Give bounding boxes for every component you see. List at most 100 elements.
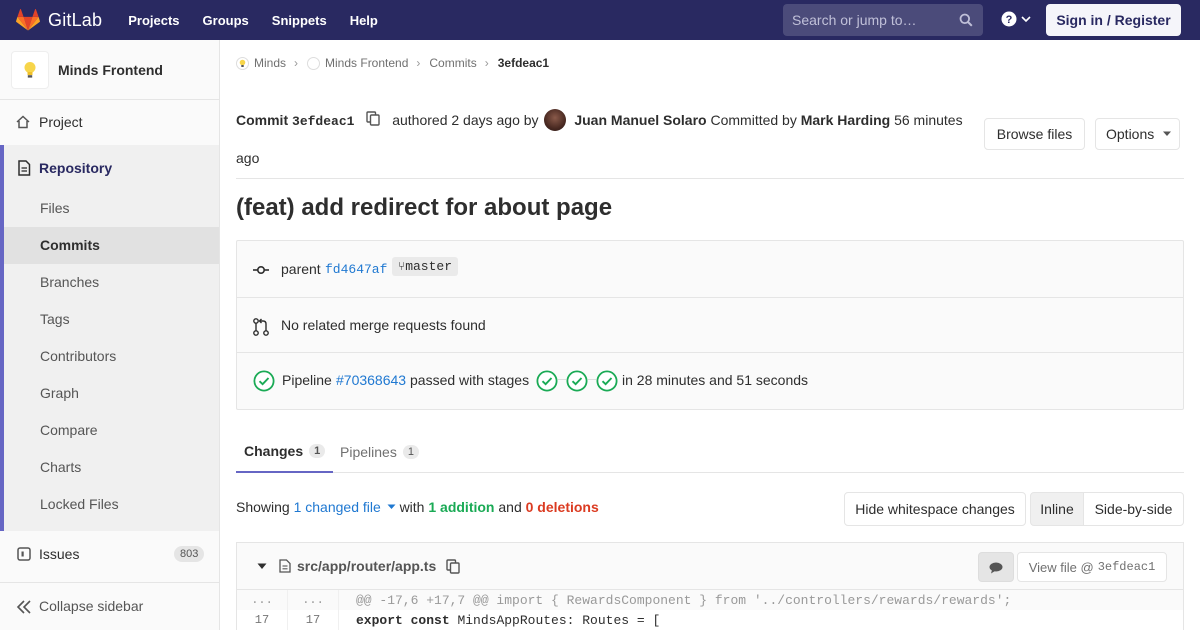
sidebar-item-repository[interactable]: Repository	[0, 156, 219, 180]
additions-count: 1 addition	[428, 499, 495, 515]
commit-icon	[253, 265, 269, 275]
parent-sha-link[interactable]: fd4647af	[325, 262, 387, 277]
sidebar-subitem-contributors[interactable]: Contributors	[40, 348, 116, 364]
nav-snippets[interactable]: Snippets	[272, 13, 327, 28]
sidebar-repository-section	[0, 145, 219, 531]
sidebar-item-issues[interactable]: Issues 803	[0, 542, 219, 566]
diff-stats: Showing 1 changed file with 1 addition a…	[236, 499, 599, 515]
file-path[interactable]: src/app/router/app.ts	[297, 558, 436, 574]
showing-label: Showing	[236, 499, 290, 515]
project-name: Minds Frontend	[58, 61, 163, 78]
nav-help[interactable]: Help	[350, 13, 378, 28]
sidebar-subitem-graph[interactable]: Graph	[40, 385, 79, 401]
sidebar-subitem-commits[interactable]: Commits	[40, 237, 100, 253]
hide-whitespace-button[interactable]: Hide whitespace changes	[844, 492, 1026, 526]
breadcrumb-item-sha[interactable]: 3efdeac1	[498, 56, 549, 70]
copy-icon[interactable]	[366, 111, 381, 126]
caret-down-icon	[387, 504, 396, 509]
browse-files-button[interactable]: Browse files	[984, 118, 1085, 150]
view-file-button[interactable]: View file @ 3efdeac1	[1017, 552, 1167, 582]
changed-files-label: 1 changed file	[293, 499, 381, 515]
issues-count-badge: 803	[174, 546, 205, 562]
copy-icon[interactable]	[446, 559, 460, 574]
pipeline-duration: in 28 minutes and 51 seconds	[622, 372, 809, 388]
status-success-icon[interactable]	[253, 370, 275, 392]
divider	[236, 178, 1184, 179]
changed-files-dropdown[interactable]: 1 changed file	[294, 499, 400, 515]
tab-count-badge: 1	[402, 445, 419, 459]
double-chevron-left-icon	[16, 600, 31, 614]
diff-hunk-row: ... ... @@ -17,6 +17,7 @@ import { Rewar…	[237, 590, 1183, 610]
speech-bubble-icon	[989, 562, 1003, 574]
sidebar-subitem-charts[interactable]: Charts	[40, 459, 81, 475]
gitlab-logo-link[interactable]: GitLab	[16, 9, 102, 31]
and-label: and	[498, 499, 522, 515]
question-circle-icon: ?	[1001, 11, 1017, 27]
breadcrumb-item-commits[interactable]: Commits	[429, 56, 476, 70]
stage-connector	[558, 379, 566, 380]
new-line-number[interactable]: 17	[288, 613, 338, 627]
breadcrumb: Minds › Minds Frontend › Commits › 3efde…	[236, 56, 549, 70]
collapse-sidebar-button[interactable]: Collapse sidebar	[0, 582, 219, 630]
stage-success-icon[interactable]	[596, 370, 618, 392]
code-keyword: export const	[356, 612, 450, 628]
divider	[237, 352, 1183, 353]
sidebar-subitem-compare[interactable]: Compare	[40, 422, 98, 438]
deletions-count: 0 deletions	[525, 499, 599, 515]
breadcrumb-item-project[interactable]: Minds Frontend	[325, 56, 408, 70]
parent-row: parent fd4647af ⑂master	[237, 257, 1183, 279]
stage-success-icon[interactable]	[536, 370, 558, 392]
author-name[interactable]: Juan Manuel Solaro	[574, 112, 706, 128]
side-by-side-view-button[interactable]: Side-by-side	[1083, 492, 1184, 526]
tab-count-badge: 1	[309, 444, 326, 458]
chevron-right-icon: ›	[294, 56, 299, 70]
pipeline-label: Pipeline	[282, 372, 332, 388]
comment-toggle-button[interactable]	[978, 552, 1014, 582]
tab-changes[interactable]: Changes 1	[236, 431, 334, 473]
sidebar-subitem-locked-files[interactable]: Locked Files	[40, 496, 119, 512]
inline-view-button[interactable]: Inline	[1030, 492, 1084, 526]
options-dropdown[interactable]: Options	[1095, 118, 1180, 150]
sidebar-item-label: Project	[39, 114, 83, 130]
nav-projects[interactable]: Projects	[128, 13, 179, 28]
branch-name: master	[405, 259, 453, 274]
branch-badge[interactable]: ⑂master	[392, 257, 459, 276]
merge-request-icon	[253, 318, 269, 336]
breadcrumb-item-minds[interactable]: Minds	[254, 56, 286, 70]
sidebar-subitem-tags[interactable]: Tags	[40, 311, 70, 327]
view-file-label: View file @	[1028, 559, 1094, 575]
tab-pipelines[interactable]: Pipelines 1	[332, 431, 427, 473]
gitlab-tanuki-icon	[16, 9, 40, 31]
sidebar-item-label: Repository	[39, 160, 113, 176]
committer-name[interactable]: Mark Harding	[801, 112, 890, 128]
svg-text:?: ?	[1006, 14, 1013, 26]
sidebar-project-header[interactable]: Minds Frontend	[0, 40, 219, 100]
commit-title: (feat) add redirect for about page	[236, 194, 613, 221]
committed-by-label: Committed by	[710, 112, 797, 128]
commit-label: Commit	[236, 112, 289, 128]
options-label: Options	[1106, 126, 1155, 142]
with-label: with	[399, 499, 425, 515]
sidebar-item-project[interactable]: Project	[0, 110, 219, 134]
author-avatar[interactable]	[544, 108, 567, 131]
old-line-number[interactable]: 17	[237, 613, 287, 627]
sign-in-button[interactable]: Sign in / Register	[1046, 4, 1181, 36]
commit-tabs: Changes 1 Pipelines 1	[236, 431, 1184, 473]
view-file-sha: 3efdeac1	[1097, 560, 1156, 574]
nav-groups[interactable]: Groups	[203, 13, 249, 28]
main-content: Minds › Minds Frontend › Commits › 3efde…	[220, 40, 1200, 630]
merge-requests-row: No related merge requests found	[237, 315, 1183, 336]
new-line-number: ...	[302, 593, 324, 607]
project-sidebar: Minds Frontend Project Repository Files …	[0, 40, 220, 630]
chevron-down-icon	[1021, 16, 1031, 23]
pipeline-id-link[interactable]: #70368643	[336, 372, 406, 388]
search-placeholder: Search or jump to…	[792, 12, 917, 28]
sidebar-active-highlight	[4, 227, 219, 264]
search-input[interactable]: Search or jump to…	[783, 4, 983, 36]
caret-down-icon[interactable]	[257, 563, 267, 570]
hunk-header: @@ -17,6 +17,7 @@ import { RewardsCompon…	[356, 592, 1012, 608]
sidebar-subitem-branches[interactable]: Branches	[40, 274, 99, 290]
stage-success-icon[interactable]	[566, 370, 588, 392]
help-dropdown[interactable]: ?	[1001, 11, 1031, 27]
sidebar-subitem-files[interactable]: Files	[40, 200, 70, 216]
